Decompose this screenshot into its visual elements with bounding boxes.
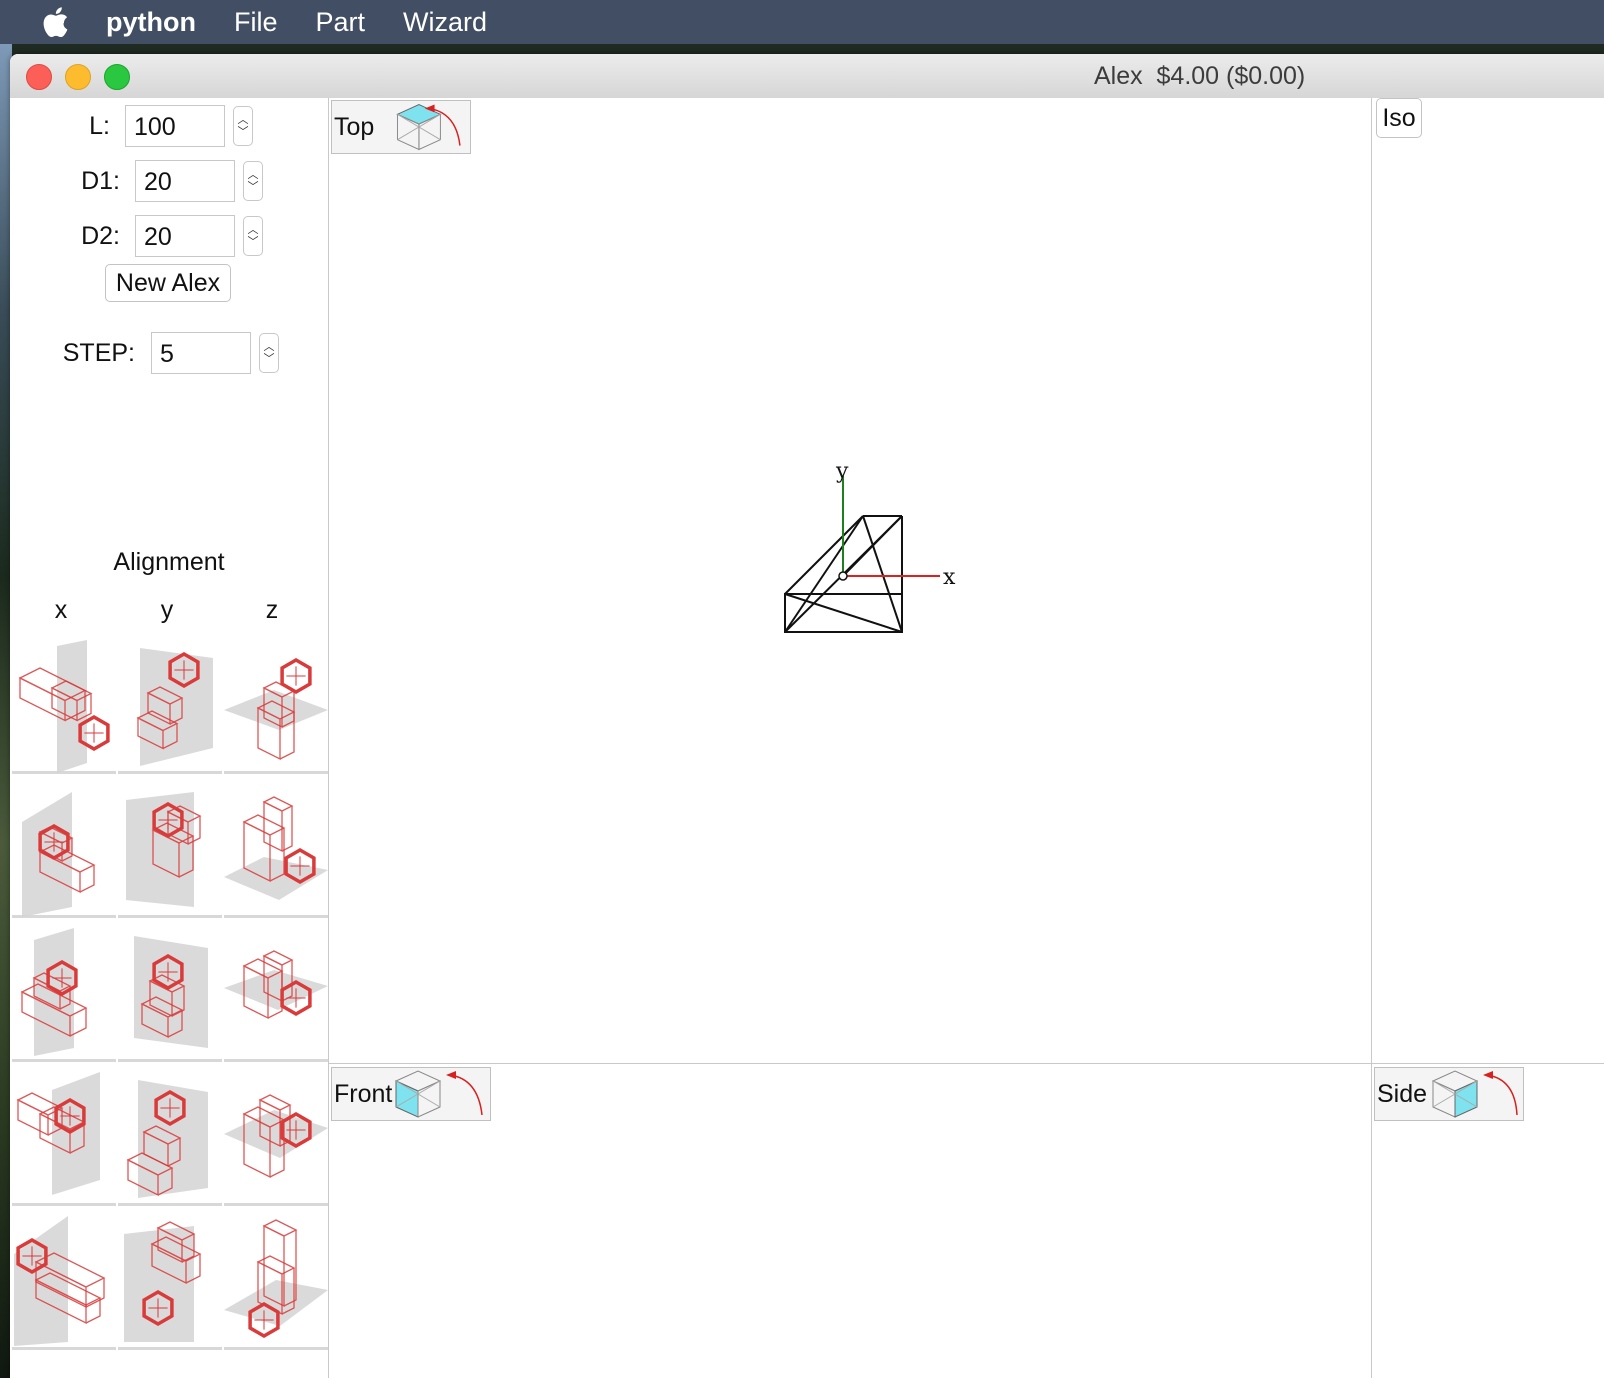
iso-view-button[interactable]: Iso [1376, 98, 1422, 138]
menu-wizard[interactable]: Wizard [403, 7, 487, 38]
l-label: L: [89, 111, 110, 140]
chevron-up-icon[interactable]: ︿ [238, 114, 249, 126]
title-bar[interactable]: Alex $4.00 ($0.00) [10, 54, 1604, 99]
d1-field-row: D1: 20 ︿ ﹀ [10, 158, 263, 204]
d2-input[interactable]: 20 [135, 215, 235, 257]
top-view-canvas: x y [784, 459, 956, 633]
main-window: Alex $4.00 ($0.00) L: 100 ︿ ﹀ D1: 20 ︿ ﹀ D… [10, 54, 1604, 1378]
alignment-option-z-2[interactable] [224, 782, 328, 918]
chevron-down-icon[interactable]: ﹀ [238, 126, 249, 138]
side-view[interactable]: Side [1372, 1064, 1604, 1378]
alignment-option-x-4[interactable] [12, 1070, 116, 1206]
menu-file[interactable]: File [234, 7, 278, 38]
step-field-row: STEP: 5 ︿ ﹀ [10, 330, 279, 376]
alignment-option-x-5[interactable] [12, 1214, 116, 1350]
axis-y-label: y [835, 459, 849, 484]
window-title: Alex $4.00 ($0.00) [1094, 62, 1306, 90]
alignment-thumbnail-icon [126, 1080, 208, 1198]
alignment-thumbnail-icon [18, 640, 110, 773]
alignment-option-y-3[interactable] [118, 926, 222, 1062]
view-cube-front-icon [395, 1070, 484, 1118]
alignment-option-x-2[interactable] [12, 782, 116, 918]
alignment-option-z-3[interactable] [224, 926, 328, 1062]
minimize-window-button[interactable] [65, 64, 91, 90]
chevron-down-icon[interactable]: ﹀ [248, 236, 259, 248]
alignment-thumbnail-icon [14, 1216, 106, 1346]
side-view-button[interactable]: Side [1374, 1067, 1524, 1121]
menu-bar: python File Part Wizard [0, 0, 1604, 44]
alignment-thumbnail-icon [224, 796, 328, 900]
chevron-up-icon[interactable]: ︿ [264, 341, 275, 353]
view-cube-side-icon [1431, 1070, 1518, 1118]
l-stepper[interactable]: ︿ ﹀ [233, 106, 253, 146]
alignment-title: Alignment [113, 548, 225, 576]
alignment-thumbnail-icon [134, 936, 208, 1048]
parameters-panel: L: 100 ︿ ﹀ D1: 20 ︿ ﹀ D2: 20 ︿ ﹀ New Alex S… [10, 98, 329, 1378]
front-view[interactable]: Front [329, 1064, 1371, 1378]
alignment-axis-z: z [265, 596, 279, 624]
step-input[interactable]: 5 [151, 332, 251, 374]
maximize-window-button[interactable] [104, 64, 130, 90]
alignment-option-z-1[interactable] [224, 638, 328, 774]
alignment-thumbnail-icon [136, 648, 213, 766]
step-label: STEP: [62, 338, 135, 367]
alignment-axis-y: y [160, 596, 174, 624]
front-view-label: Front [334, 1079, 393, 1108]
d1-stepper[interactable]: ︿ ﹀ [243, 161, 263, 201]
alignment-option-z-4[interactable] [224, 1070, 328, 1206]
alignment-axis-x: x [54, 596, 68, 624]
alignment-thumbnail-icon [22, 792, 96, 917]
alignment-thumbnail-icon [124, 1221, 202, 1342]
chevron-up-icon[interactable]: ︿ [248, 224, 259, 236]
side-view-label: Side [1377, 1079, 1428, 1108]
app-menu-python[interactable]: python [106, 7, 196, 38]
chevron-up-icon[interactable]: ︿ [248, 169, 259, 181]
iso-view[interactable] [1372, 98, 1604, 1063]
origin-marker [838, 571, 848, 581]
new-alex-button[interactable]: New Alex [105, 264, 231, 302]
alignment-option-y-1[interactable] [118, 638, 222, 774]
top-view[interactable]: x y Top [329, 98, 1371, 1063]
top-view-button[interactable]: Top [331, 100, 471, 154]
l-input[interactable]: 100 [125, 105, 225, 147]
top-view-label: Top [334, 112, 375, 141]
alignment-thumbnail-icon [20, 928, 88, 1056]
menu-part[interactable]: Part [316, 7, 366, 38]
step-stepper[interactable]: ︿ ﹀ [259, 333, 279, 373]
alignment-option-z-5[interactable] [224, 1214, 328, 1350]
alignment-thumbnail-icon [16, 1072, 100, 1195]
chevron-down-icon[interactable]: ﹀ [264, 353, 275, 365]
front-view-button[interactable]: Front [331, 1067, 491, 1121]
apple-icon[interactable] [40, 6, 70, 38]
l-field-row: L: 100 ︿ ﹀ [10, 103, 253, 149]
d1-input[interactable]: 20 [135, 160, 235, 202]
chevron-down-icon[interactable]: ﹀ [248, 181, 259, 193]
view-cube-top-icon [396, 104, 461, 151]
d2-field-row: D2: 20 ︿ ﹀ [10, 213, 263, 259]
alignment-option-y-5[interactable] [118, 1214, 222, 1350]
alignment-thumbnail-icon [224, 1219, 328, 1339]
alignment-thumbnail-icon [224, 657, 328, 761]
alignment-thumbnail-icon [126, 792, 202, 907]
d1-label: D1: [81, 166, 120, 195]
axis-x-label: x [943, 565, 956, 590]
d2-label: D2: [81, 221, 120, 250]
alignment-thumbnail-icon [224, 950, 328, 1020]
alignment-option-y-2[interactable] [118, 782, 222, 918]
alignment-option-x-1[interactable] [12, 638, 116, 774]
close-window-button[interactable] [26, 64, 52, 90]
alignment-thumbnail-icon [224, 1094, 328, 1179]
alignment-option-y-4[interactable] [118, 1070, 222, 1206]
d2-stepper[interactable]: ︿ ﹀ [243, 216, 263, 256]
alignment-option-x-3[interactable] [12, 926, 116, 1062]
